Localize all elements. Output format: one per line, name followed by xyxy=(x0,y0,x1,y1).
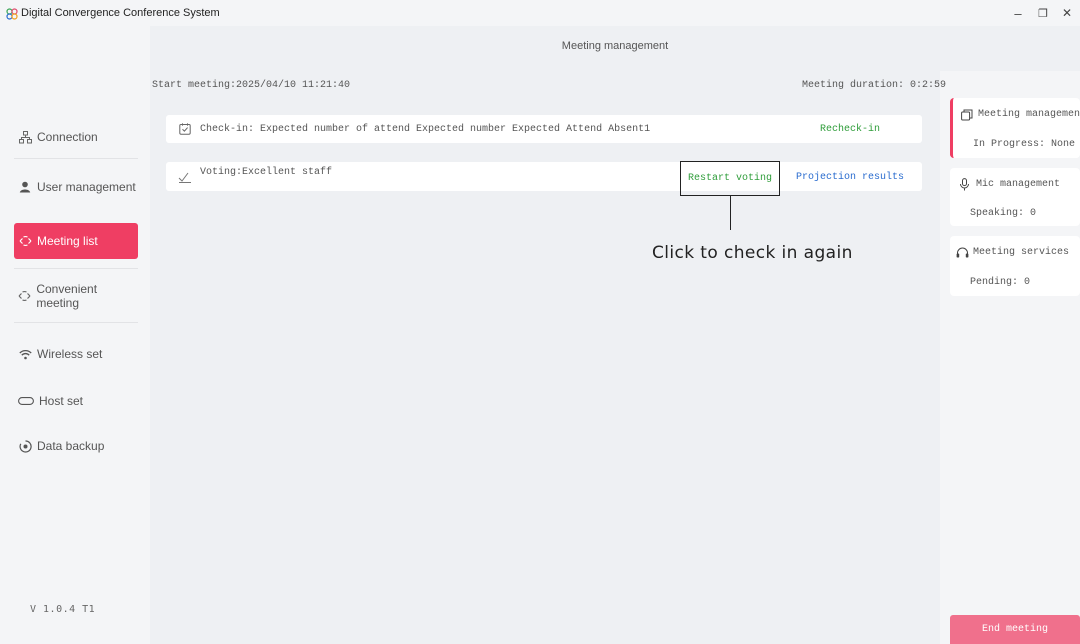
user-icon xyxy=(18,180,32,194)
sidebar-item-label: Data backup xyxy=(37,439,105,453)
checkin-icon xyxy=(178,122,192,136)
sidebar-item-convenient-meeting[interactable]: Convenient meeting xyxy=(14,278,138,314)
restart-voting-button[interactable]: Restart voting xyxy=(680,161,780,196)
headset-icon xyxy=(956,246,969,259)
convenient-meeting-icon xyxy=(18,289,31,303)
sidebar-item-connection[interactable]: Connection xyxy=(14,119,138,155)
card-title: Mic management xyxy=(959,178,1060,191)
app-logo-icon xyxy=(6,7,18,20)
host-icon xyxy=(18,394,34,408)
checkin-text: Check-in: Expected number of attend Expe… xyxy=(200,123,651,135)
sidebar-item-label: Connection xyxy=(37,130,98,144)
meeting-list-icon xyxy=(18,234,32,248)
card-value: Speaking: 0 xyxy=(970,208,1037,219)
sidebar-item-wireless-set[interactable]: Wireless set xyxy=(14,336,138,372)
window-title: Digital Convergence Conference System xyxy=(21,7,220,19)
callout-text: Click to check in again xyxy=(652,243,853,263)
title-bar: Digital Convergence Conference System xyxy=(0,0,1080,26)
card-title: Meeting management xyxy=(961,108,1080,121)
sidebar-item-label: User management xyxy=(37,180,136,194)
meeting-management-card[interactable]: Meeting management In Progress: None xyxy=(950,98,1080,158)
wifi-icon xyxy=(18,347,32,361)
end-meeting-button[interactable]: End meeting xyxy=(950,615,1080,644)
sidebar-item-label: Wireless set xyxy=(37,347,103,361)
card-title-text: Mic management xyxy=(976,179,1061,190)
meeting-management-icon xyxy=(961,108,974,121)
sidebar-item-data-backup[interactable]: Data backup xyxy=(14,428,138,464)
close-button[interactable]: ✕ xyxy=(1052,0,1080,26)
card-value: In Progress: None xyxy=(973,139,1076,150)
divider xyxy=(14,158,138,159)
card-title-text: Meeting management xyxy=(978,109,1080,120)
sidebar-item-label: Convenient meeting xyxy=(36,282,98,310)
meeting-services-card[interactable]: Meeting services Pending: 0 xyxy=(950,236,1080,296)
sidebar-item-label: Host set xyxy=(39,394,84,408)
start-meeting-time: Start meeting:2025/04/10 11:21:40 xyxy=(152,80,351,91)
card-title-text: Meeting services xyxy=(973,247,1070,258)
sidebar-item-label: Meeting list xyxy=(37,234,98,248)
mic-icon xyxy=(959,178,972,191)
mic-management-card[interactable]: Mic management Speaking: 0 xyxy=(950,168,1080,226)
card-value: Pending: 0 xyxy=(970,277,1031,288)
projection-results-button[interactable]: Projection results xyxy=(796,172,904,183)
meeting-duration: Meeting duration: 0:2:59 xyxy=(802,80,947,91)
sidebar-item-meeting-list[interactable]: Meeting list xyxy=(14,223,138,259)
page-header: Meeting management xyxy=(150,26,1080,71)
connection-icon xyxy=(18,130,32,144)
recheck-in-button[interactable]: Recheck-in xyxy=(820,124,880,135)
checkin-row: Check-in: Expected number of attend Expe… xyxy=(166,115,922,143)
version-label: V 1.0.4 T1 xyxy=(30,604,96,615)
voting-text: Voting:Excellent staff xyxy=(200,167,333,178)
card-title: Meeting services xyxy=(956,246,1069,259)
divider xyxy=(14,322,138,323)
backup-icon xyxy=(18,439,32,453)
page-title: Meeting management xyxy=(561,40,669,52)
callout-line xyxy=(730,196,731,230)
sidebar-item-user-management[interactable]: User management xyxy=(14,169,138,205)
voting-icon xyxy=(178,170,192,184)
divider xyxy=(14,268,138,269)
sidebar-item-host-set[interactable]: Host set xyxy=(14,383,138,419)
